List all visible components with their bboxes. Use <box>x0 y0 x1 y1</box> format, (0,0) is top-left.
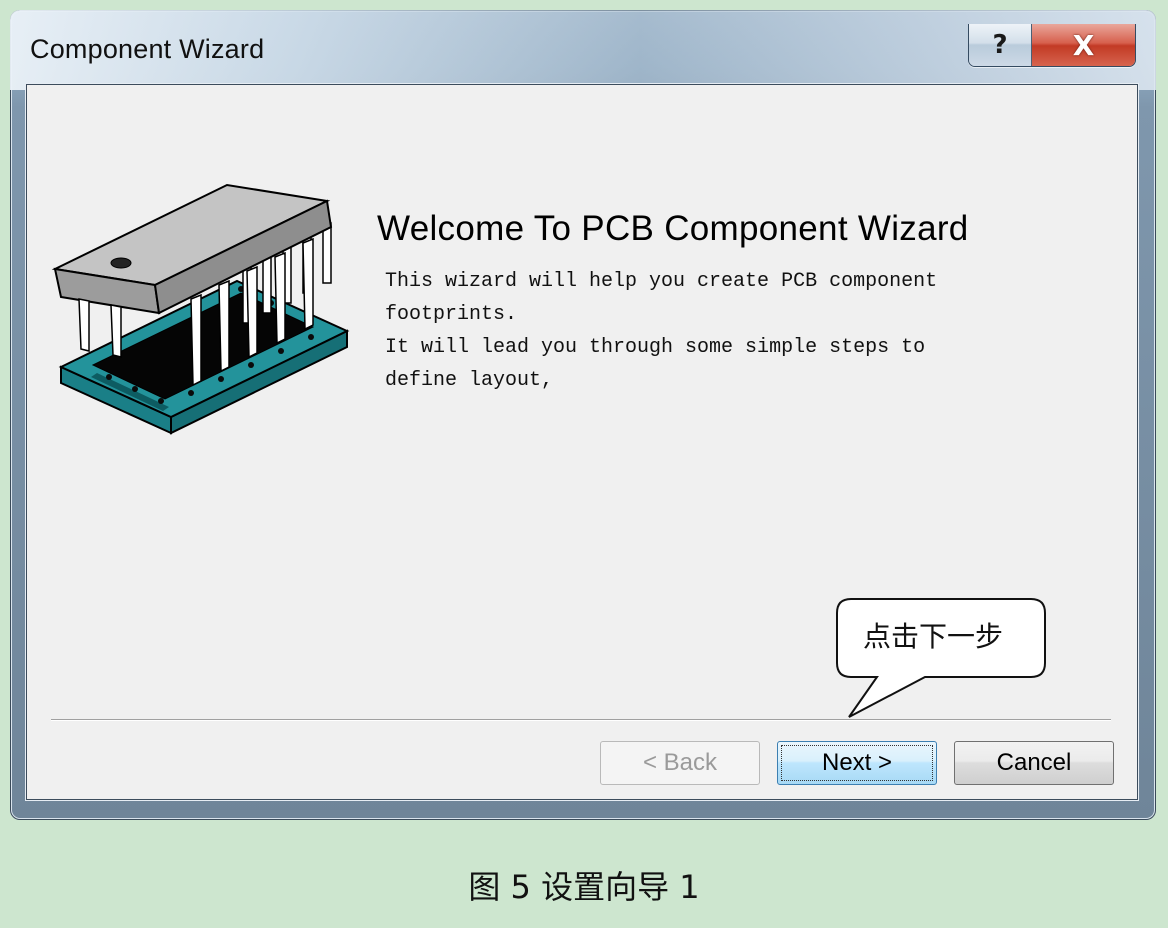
wizard-client-area: Welcome To PCB Component Wizard This wiz… <box>26 84 1138 800</box>
chip-notch <box>110 257 132 269</box>
callout-text: 点击下一步 <box>863 620 1004 653</box>
cancel-button-label: Cancel <box>996 749 1072 776</box>
figure-caption: 图 5 设置向导 1 <box>468 868 700 906</box>
back-button[interactable]: < Back <box>600 741 760 785</box>
intro-line: define layout, <box>385 369 554 392</box>
annotation-callout: 点击下一步 <box>833 597 1049 719</box>
help-icon: ? <box>992 30 1008 60</box>
next-button[interactable]: Next > <box>777 741 937 785</box>
dialog-window: Component Wizard ? X Welcome To PCB Comp… <box>10 10 1156 820</box>
back-button-label: < Back <box>642 749 718 776</box>
close-icon: X <box>1072 28 1095 62</box>
close-button[interactable]: X <box>1032 24 1135 66</box>
next-button-label: Next > <box>821 749 893 776</box>
button-separator <box>51 719 1111 721</box>
intro-line: It will lead you through some simple ste… <box>385 336 926 359</box>
dip-chip-socket-icon <box>51 183 350 435</box>
help-button[interactable]: ? <box>969 24 1032 66</box>
intro-line: This wizard will help you create PCB com… <box>385 270 938 293</box>
wizard-heading: Welcome To PCB Component Wizard <box>377 209 969 248</box>
intro-line: footprints. <box>385 303 518 326</box>
cancel-button[interactable]: Cancel <box>954 741 1114 785</box>
caption-buttons: ? X <box>968 24 1136 67</box>
window-title: Component Wizard <box>30 34 265 64</box>
wizard-intro-text: This wizard will help you create PCB com… <box>385 265 1085 397</box>
